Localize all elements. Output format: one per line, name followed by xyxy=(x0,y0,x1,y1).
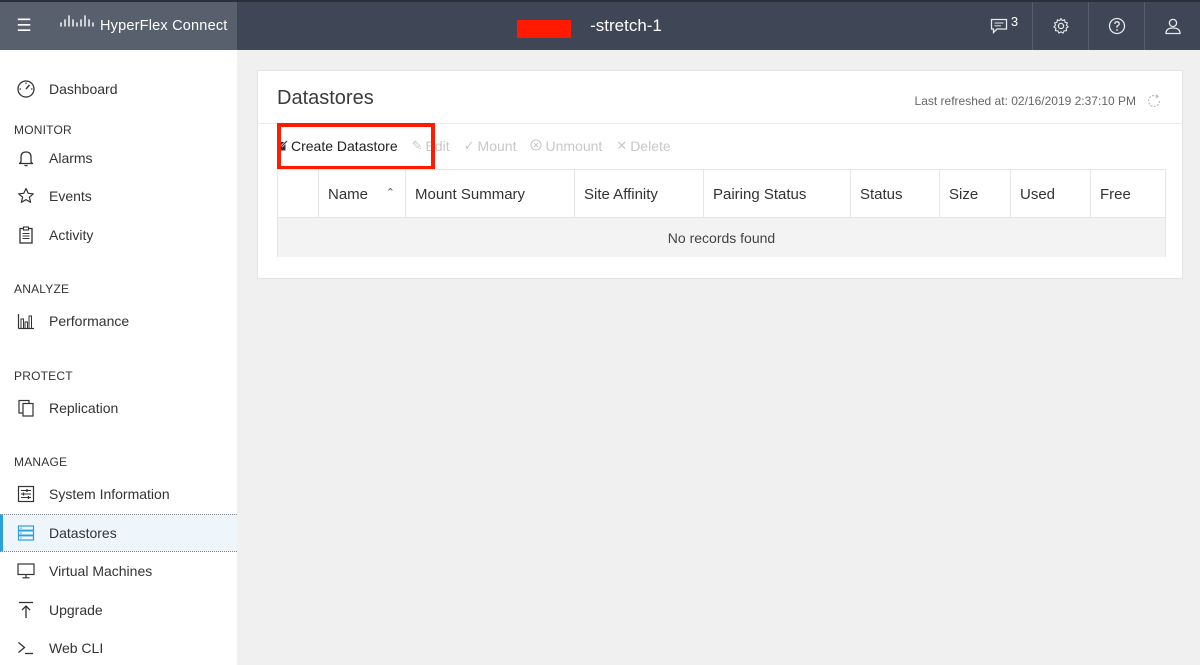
brand-name: HyperFlex Connect xyxy=(100,18,228,34)
unmount-icon xyxy=(530,138,543,154)
sidebar-item-alarms[interactable]: Alarms xyxy=(0,139,237,178)
sidebar-item-label: Upgrade xyxy=(49,601,103,618)
sidebar-item-upgrade[interactable]: Upgrade xyxy=(0,591,237,630)
empty-table-message: No records found xyxy=(278,218,1165,257)
column-header-mount-summary[interactable]: Mount Summary xyxy=(406,170,575,218)
gear-icon xyxy=(1052,17,1069,34)
top-bar: ☰ HyperFlex Connect -stretch-1 3 xyxy=(0,0,1200,50)
last-refreshed: Last refreshed at: 02/16/2019 2:37:10 PM xyxy=(915,93,1162,109)
sidebar-item-label: Datastores xyxy=(49,524,117,541)
column-header-status[interactable]: Status xyxy=(851,170,940,218)
refresh-icon[interactable] xyxy=(1146,93,1162,109)
datastores-table: Name ⌃ Mount Summary Site Affinity Pairi… xyxy=(277,169,1166,257)
message-count-badge: 3 xyxy=(1010,13,1019,29)
sidebar-item-label: Virtual Machines xyxy=(49,563,153,580)
sidebar-item-datastores[interactable]: Datastores xyxy=(0,513,237,552)
mount-label: Mount xyxy=(477,138,517,154)
terminal-icon xyxy=(15,638,37,658)
mount-button[interactable]: ✓ Mount xyxy=(464,138,517,154)
user-icon xyxy=(1164,18,1181,35)
pencil-icon: ✎ xyxy=(411,138,423,153)
check-icon: ✓ xyxy=(463,138,475,153)
create-datastore-button[interactable]: Create Datastore xyxy=(277,138,398,154)
sidebar-item-system-information[interactable]: System Information xyxy=(0,475,237,514)
sidebar-item-virtual-machines[interactable]: Virtual Machines xyxy=(0,552,237,591)
sidebar-item-label: Web CLI xyxy=(49,640,104,657)
create-datastore-label: Create Datastore xyxy=(291,138,398,154)
copy-icon xyxy=(15,398,37,418)
sliders-icon xyxy=(15,484,37,504)
last-refreshed-text: Last refreshed at: 02/16/2019 2:37:10 PM xyxy=(914,94,1136,108)
sort-ascending-icon: ⌃ xyxy=(385,187,395,199)
select-all-column[interactable] xyxy=(278,170,319,218)
edit-label: Edit xyxy=(425,138,450,154)
user-button[interactable] xyxy=(1144,2,1200,50)
messages-button[interactable]: 3 xyxy=(976,2,1032,50)
datastore-icon xyxy=(15,523,37,543)
column-header-name[interactable]: Name ⌃ xyxy=(319,170,406,218)
main-content: Datastores Last refreshed at: 02/16/2019… xyxy=(237,50,1200,665)
sidebar-item-performance[interactable]: Performance xyxy=(0,302,237,341)
sidebar-item-activity[interactable]: Activity xyxy=(0,216,237,255)
cluster-name: -stretch-1 xyxy=(590,16,662,35)
sidebar-item-label: Alarms xyxy=(49,149,93,166)
star-icon xyxy=(15,186,37,206)
column-header-size[interactable]: Size xyxy=(940,170,1011,218)
cisco-logo-icon xyxy=(60,15,94,27)
delete-button[interactable]: ✕ Delete xyxy=(616,138,670,154)
column-header-pairing-status[interactable]: Pairing Status xyxy=(704,170,851,218)
gauge-icon xyxy=(15,79,37,99)
create-icon xyxy=(277,139,288,154)
brand-block: ☰ HyperFlex Connect xyxy=(0,2,237,50)
sidebar-item-label: Dashboard xyxy=(49,81,118,98)
delete-label: Delete xyxy=(630,138,671,154)
sidebar-item-label: Replication xyxy=(49,399,119,416)
bar-chart-icon xyxy=(15,311,37,331)
section-manage: MANAGE xyxy=(14,455,68,469)
sidebar-item-web-cli[interactable]: Web CLI xyxy=(0,629,237,665)
monitor-icon xyxy=(15,561,37,581)
sidebar-item-label: Events xyxy=(49,188,92,205)
clipboard-icon xyxy=(15,225,37,245)
edit-button[interactable]: ✎ Edit xyxy=(412,138,450,154)
close-icon: ✕ xyxy=(616,138,628,153)
section-monitor: MONITOR xyxy=(14,122,72,137)
bell-icon xyxy=(15,148,37,168)
sidebar-item-label: System Information xyxy=(49,486,170,503)
section-analyze: ANALYZE xyxy=(14,282,70,296)
hamburger-menu-icon[interactable]: ☰ xyxy=(0,2,48,50)
settings-button[interactable] xyxy=(1032,2,1088,50)
redaction-mark xyxy=(517,20,571,38)
sidebar-item-label: Performance xyxy=(49,313,130,330)
page-title: Datastores xyxy=(277,87,374,109)
section-protect: PROTECT xyxy=(14,368,73,383)
message-icon xyxy=(990,18,1008,34)
sidebar-item-events[interactable]: Events xyxy=(0,177,237,216)
datastores-panel: Datastores Last refreshed at: 02/16/2019… xyxy=(257,70,1183,279)
sidebar-item-dashboard[interactable]: Dashboard xyxy=(0,70,237,109)
help-icon xyxy=(1108,17,1125,35)
column-header-free[interactable]: Free xyxy=(1091,170,1165,218)
sidebar: Dashboard MONITOR Alarms Events Activity… xyxy=(0,50,237,665)
column-header-site-affinity[interactable]: Site Affinity xyxy=(575,170,704,218)
sidebar-item-replication[interactable]: Replication xyxy=(0,389,237,428)
help-button[interactable] xyxy=(1088,2,1144,50)
unmount-button[interactable]: Unmount xyxy=(530,138,602,154)
sidebar-item-label: Activity xyxy=(49,226,94,243)
unmount-label: Unmount xyxy=(545,138,603,154)
datastore-toolbar: Create Datastore ✎ Edit ✓ Mount Unmount … xyxy=(277,135,685,157)
table-header: Name ⌃ Mount Summary Site Affinity Pairi… xyxy=(278,170,1165,218)
top-icon-group: 3 xyxy=(976,2,1200,50)
panel-divider xyxy=(258,123,1182,124)
column-header-used[interactable]: Used xyxy=(1011,170,1091,218)
upgrade-arrow-icon xyxy=(15,600,37,620)
